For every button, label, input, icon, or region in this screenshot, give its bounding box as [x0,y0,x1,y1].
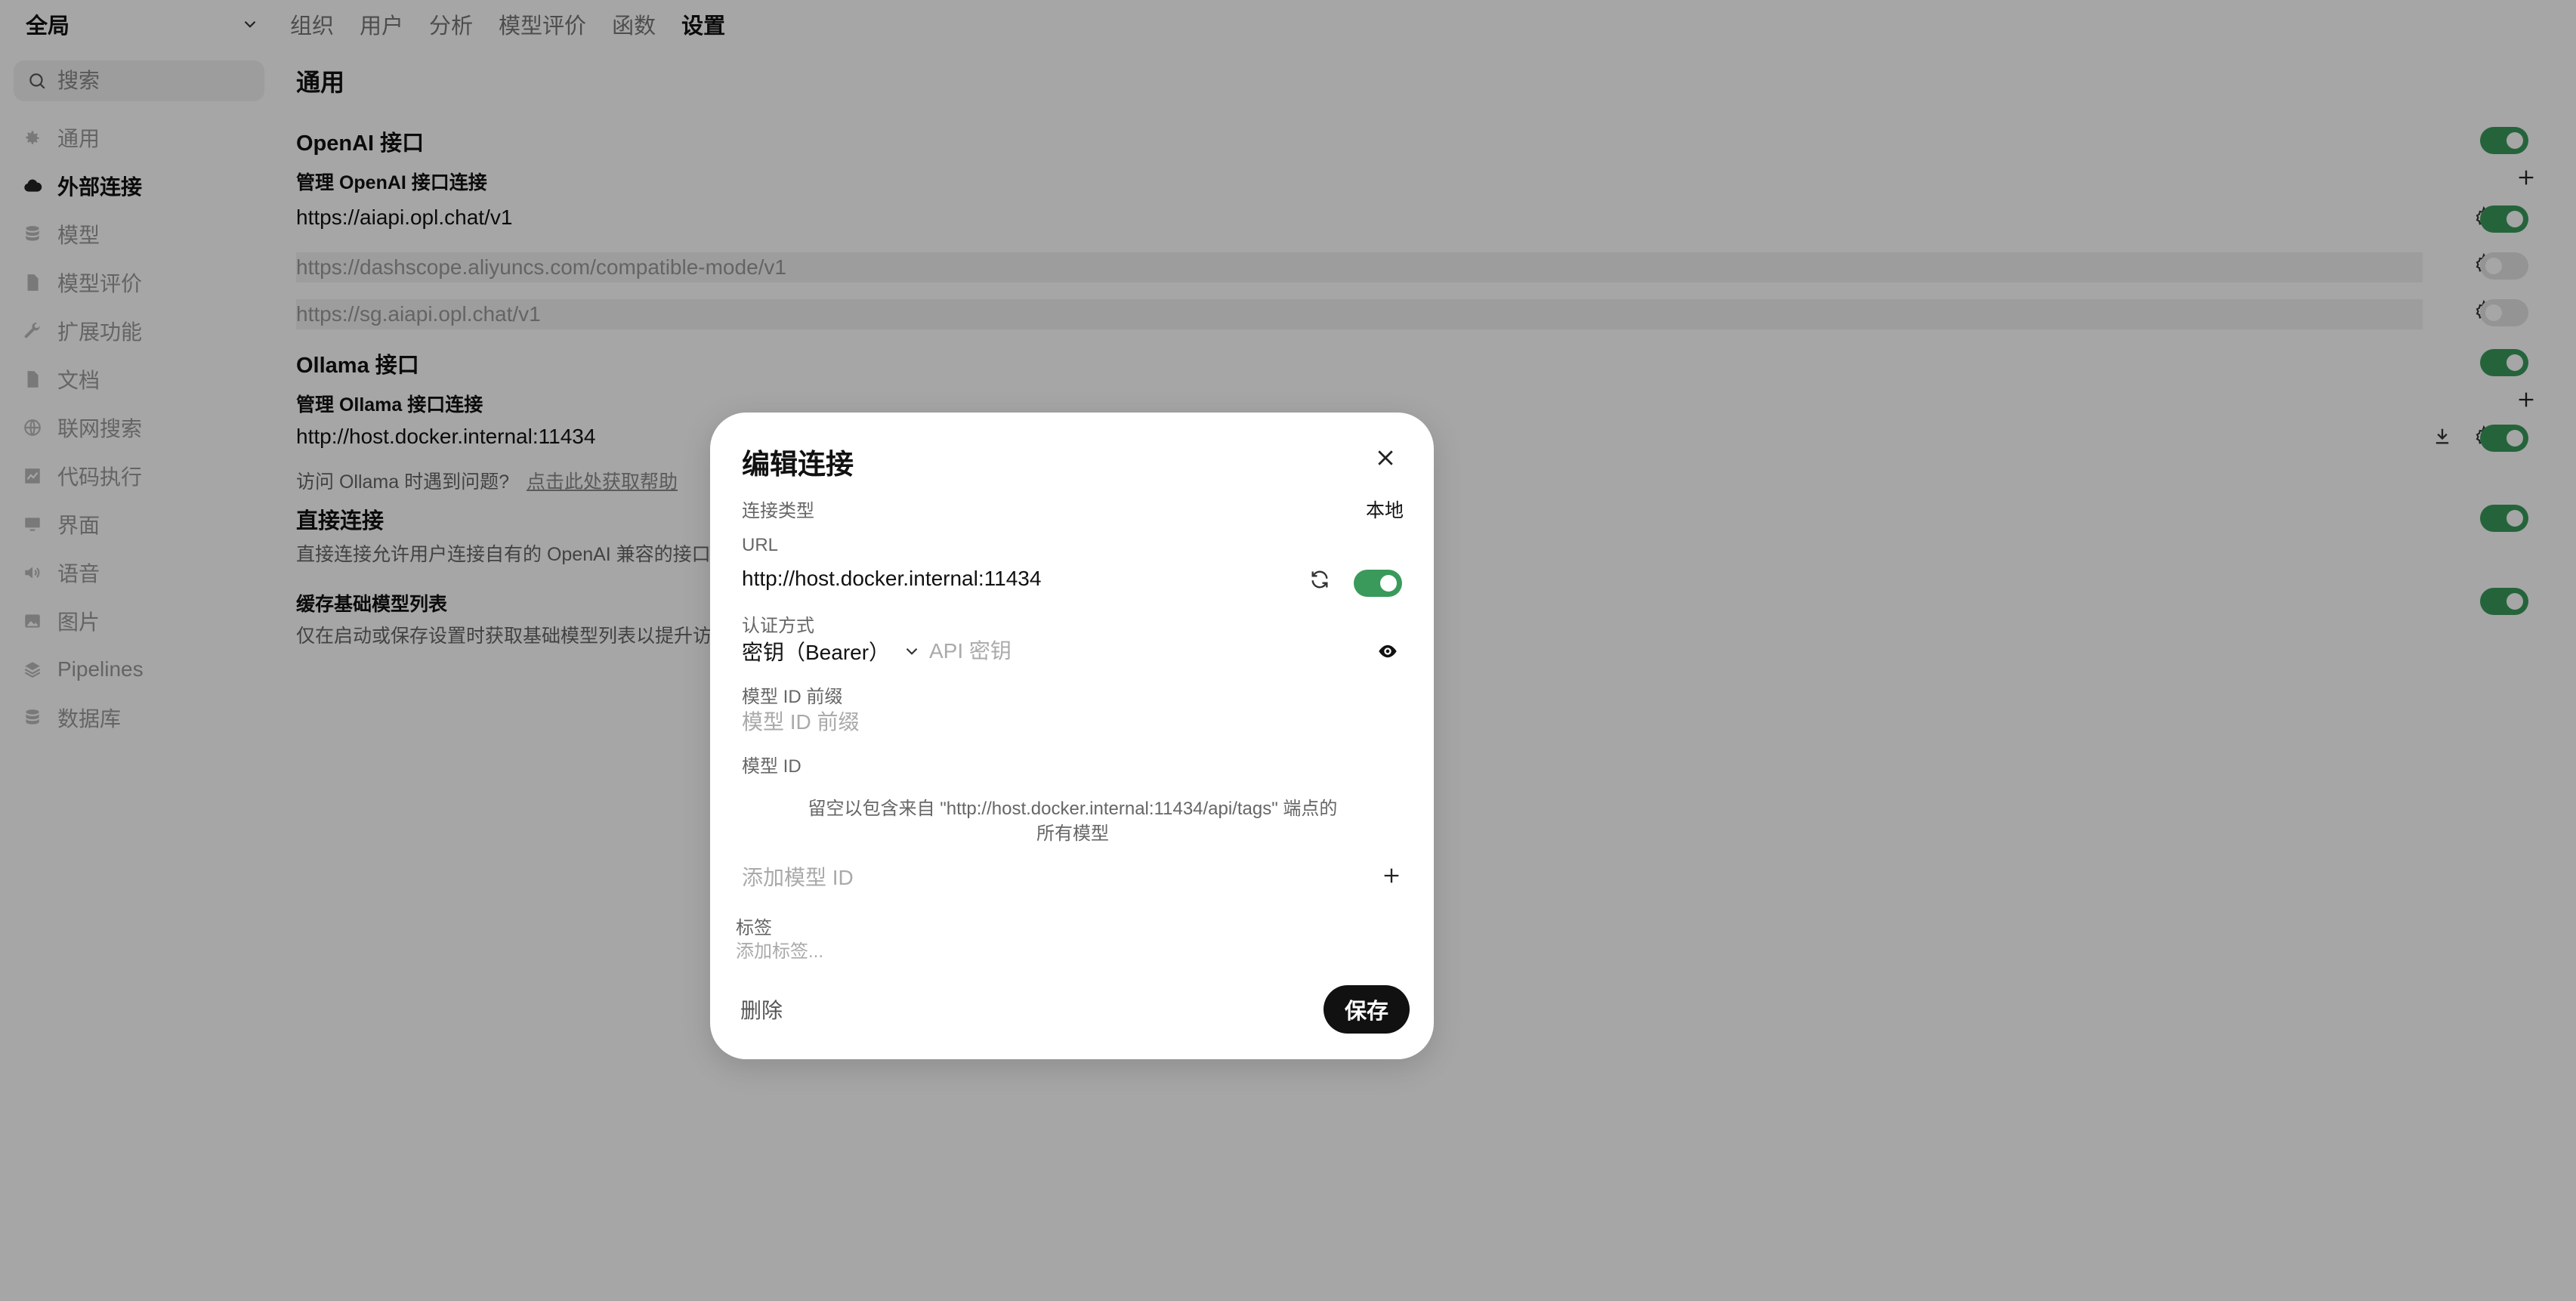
modal-title: 编辑连接 [742,449,854,480]
url-enable-toggle[interactable] [1354,570,1402,597]
toggle-visibility-button[interactable] [1375,638,1401,664]
delete-button[interactable]: 删除 [740,994,783,1024]
add-model-id-input[interactable] [742,863,1331,893]
auth-type-select[interactable]: 密钥（Bearer） [742,636,922,666]
model-prefix-label: 模型 ID 前缀 [742,687,843,707]
api-key-input[interactable] [929,636,1322,666]
save-button[interactable]: 保存 [1324,985,1410,1034]
url-input[interactable] [742,564,1256,594]
refresh-icon [1311,570,1328,589]
tags-input[interactable] [736,938,1189,966]
url-label: URL [742,535,779,555]
edit-connection-modal: 编辑连接 连接类型 本地 URL 认证方式 密钥（Bearer） 模型 ID 前… [710,413,1434,1059]
plus-icon [1384,868,1399,883]
tags-label: 标签 [736,918,772,938]
model-id-hint: 留空以包含来自 "http://host.docker.internal:114… [808,799,1338,844]
auth-type-value: 密钥（Bearer） [742,641,891,664]
connection-type-label: 连接类型 [742,501,814,521]
chevron-down-icon [906,647,918,655]
close-icon [1378,450,1393,465]
eye-icon [1379,644,1397,658]
connection-type-value[interactable]: 本地 [1366,496,1404,523]
model-id-label: 模型 ID [742,756,802,777]
add-model-id-button[interactable] [1379,863,1404,888]
verify-connection-button[interactable] [1307,567,1333,592]
close-button[interactable] [1370,443,1401,473]
auth-label: 认证方式 [742,616,814,636]
model-prefix-input[interactable] [742,707,1361,737]
